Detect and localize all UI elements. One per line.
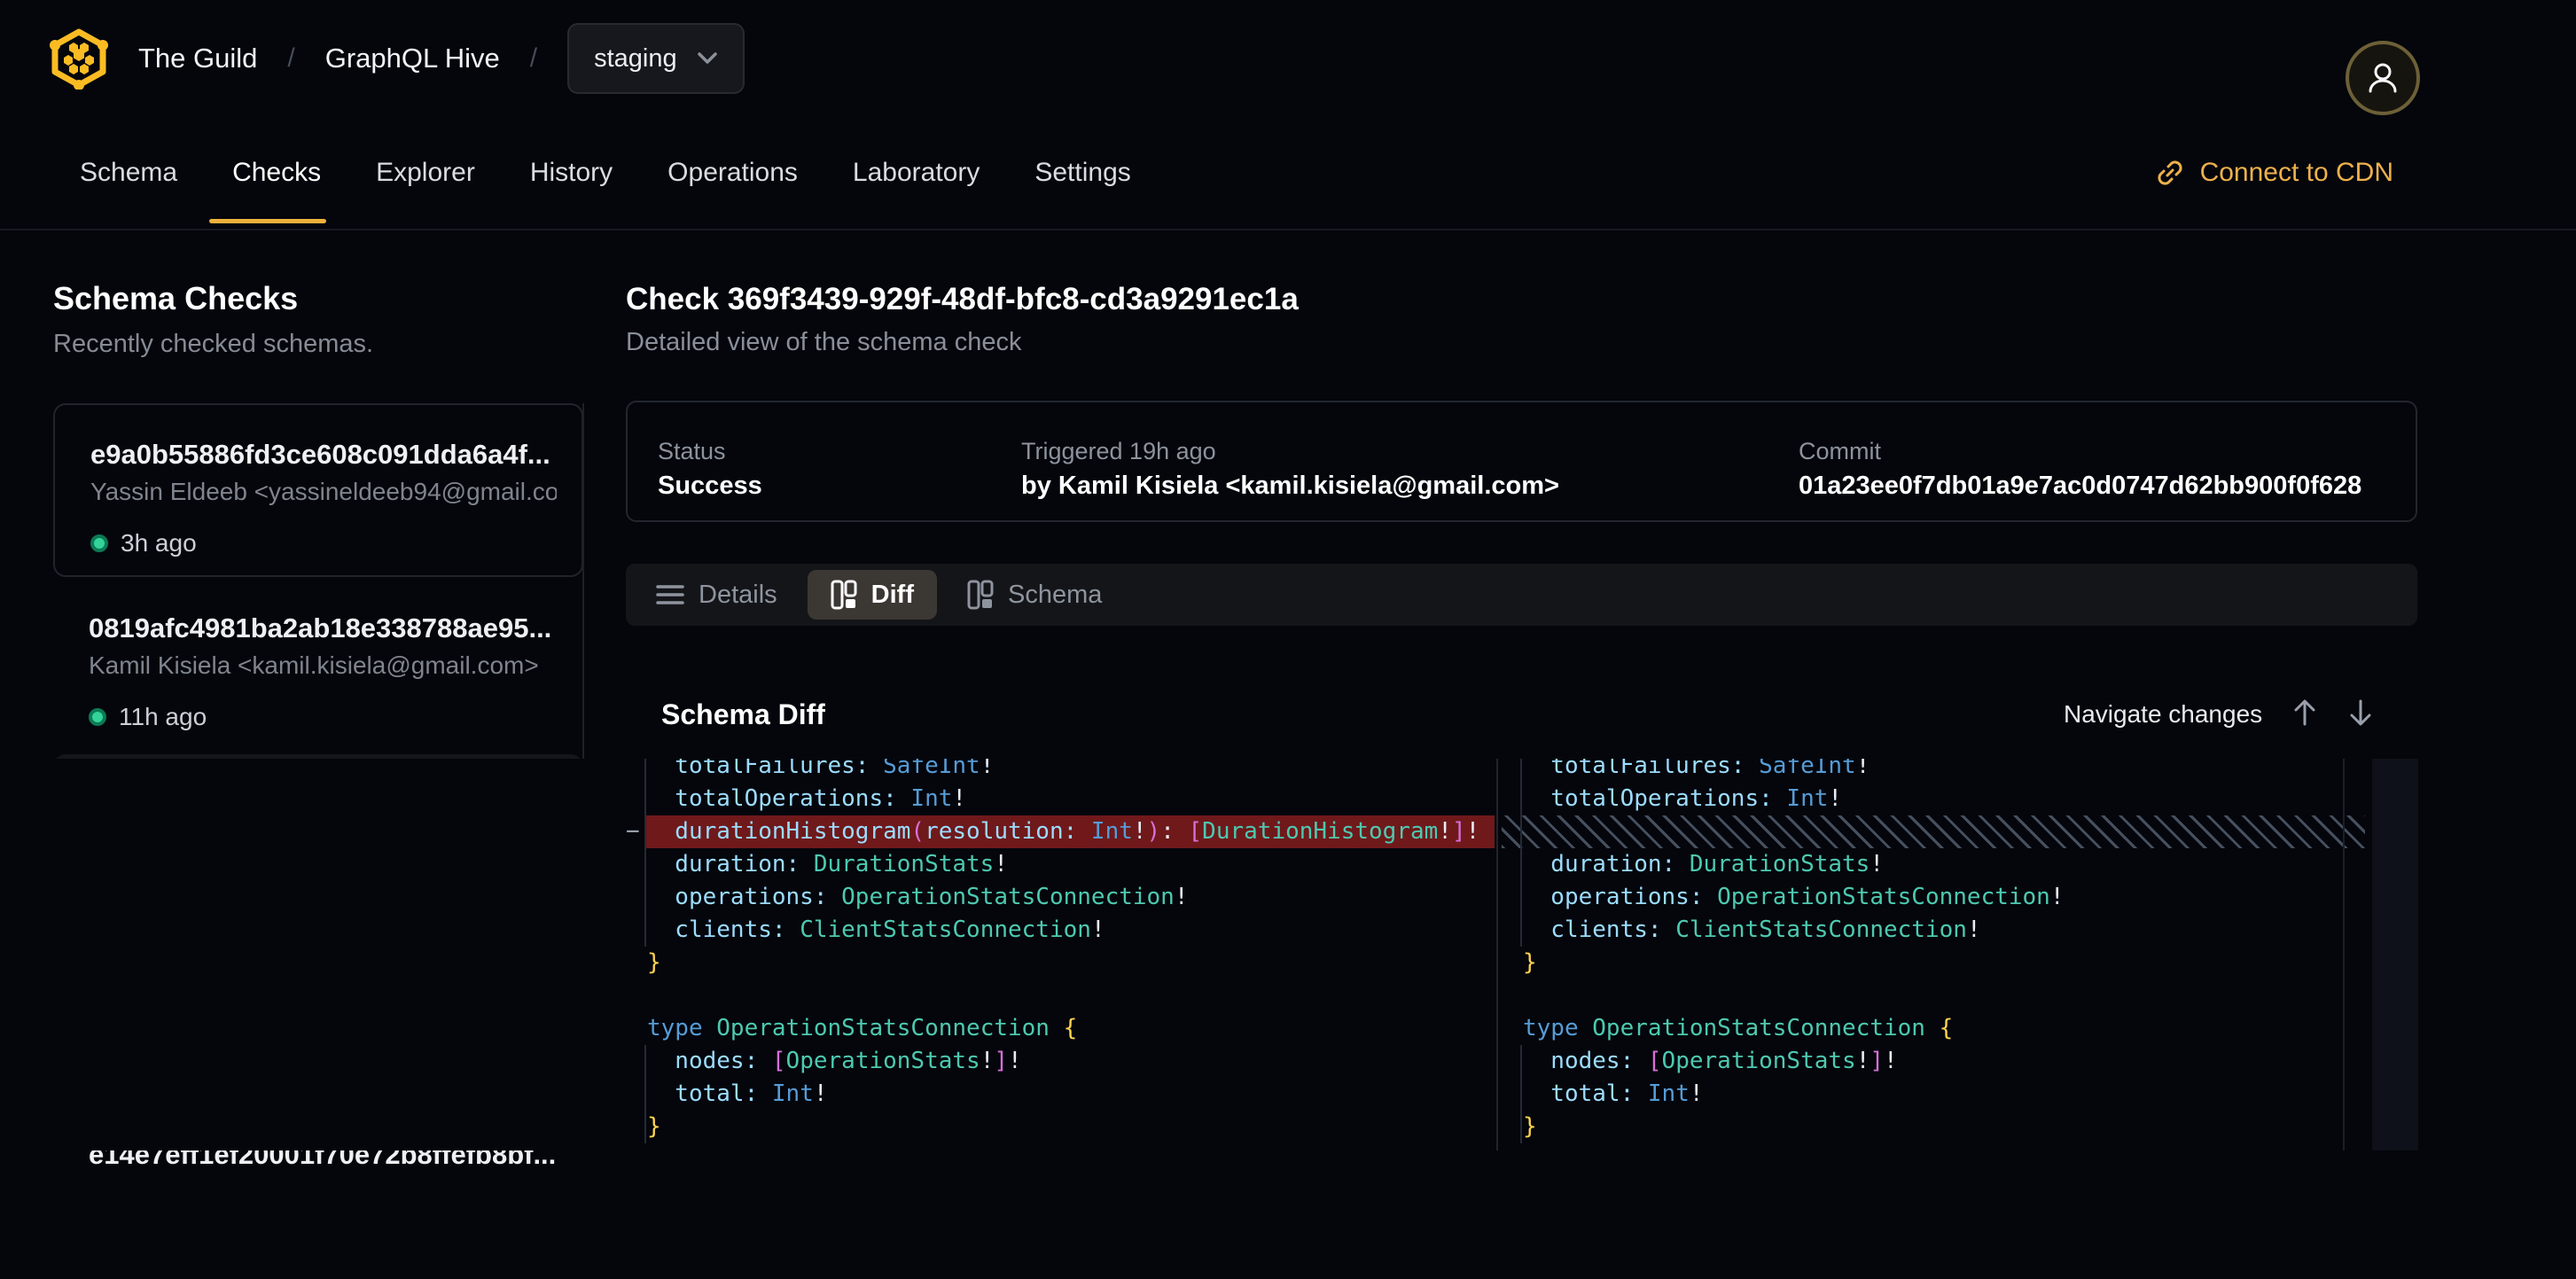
code-line [626,979,1495,1012]
user-icon [2362,58,2403,98]
target-selector[interactable]: staging [567,23,745,94]
code-line: total: Int! [1502,1078,2365,1111]
split-columns-icon [967,580,994,610]
sidebar-subtitle: Recently checked schemas. [53,330,373,359]
code-line: nodes: [OperationStats!]! [1502,1045,2365,1078]
breadcrumb: The Guild / GraphQL Hive / staging [50,0,745,117]
diff-pane-after: totalFailures: SafeInt! totalOperations:… [1502,759,2365,1143]
indent-guide [1520,759,1522,947]
code-line: duration: DurationStats! [1502,848,2365,881]
overview-ruler-border [2343,759,2345,1150]
org-breadcrumb[interactable]: The Guild [138,43,257,74]
triggered-value: by Kamil Kisiela <kamil.kisiela@gmail.co… [1021,472,1559,501]
diff-scrollbar[interactable] [2372,759,2418,1150]
tab-schema[interactable]: Schema [944,570,1125,620]
sidebar-title: Schema Checks [53,280,298,317]
diff-pane-divider [1496,759,1498,1150]
code-line-removed: − durationHistogram(resolution: Int!): [… [626,815,1495,848]
code-line-placeholder [1502,815,2365,848]
code-line: total: Int! [626,1078,1495,1111]
user-avatar[interactable] [2346,41,2420,115]
navigate-changes-label: Navigate changes [2064,700,2262,729]
check-time: 3h ago [121,529,197,558]
link-icon [2154,157,2186,189]
commit-label: Commit [1799,438,1881,465]
tab-diff-label: Diff [871,581,914,610]
view-tabs: Details Diff Schema [626,564,2417,626]
check-time: 11h ago [119,703,207,731]
connect-to-cdn-link[interactable]: Connect to CDN [2154,115,2393,230]
code-line: duration: DurationStats! [626,848,1495,881]
indent-guide [644,759,646,947]
code-line: totalOperations: Int! [1502,783,2365,815]
page-subtitle: Detailed view of the schema check [626,328,1022,357]
breadcrumb-separator: / [287,43,294,74]
project-breadcrumb[interactable]: GraphQL Hive [325,43,500,74]
chevron-down-icon [697,51,718,66]
code-line: totalFailures: SafeInt! [626,759,1495,783]
split-columns-icon [831,580,857,610]
navigate-previous-button[interactable] [2287,695,2322,730]
green-dot-icon [90,534,108,552]
nav-tab-laboratory[interactable]: Laboratory [853,115,980,230]
tab-details[interactable]: Details [633,570,800,620]
page-title: Check 369f3439-929f-48df-bfc8-cd3a9291ec… [626,282,1299,317]
check-hash: e9a0b55886fd3ce608c091dda6a4f... [90,439,557,471]
check-list-item[interactable]: e9a0b55886fd3ce608c091dda6a4f... Yassin … [53,403,583,577]
diff-pane-before: totalFailures: SafeInt! totalOperations:… [626,759,1495,1143]
nav-tab-explorer[interactable]: Explorer [376,115,475,230]
code-line: totalOperations: Int! [626,783,1495,815]
code-line: type OperationStatsConnection { [626,1012,1495,1045]
code-line: operations: OperationStatsConnection! [1502,881,2365,914]
arrow-up-icon [2291,698,2318,728]
green-dot-icon [89,708,106,726]
code-line: } [626,947,1495,979]
tab-schema-label: Schema [1008,581,1102,610]
check-author: Yassin Eldeeb <yassineldeeb94@gmail.co..… [90,478,557,506]
code-line [1502,979,2365,1012]
indent-guide [644,1045,646,1143]
tab-details-label: Details [699,581,777,610]
triggered-label: Triggered 19h ago [1021,438,1216,465]
commit-value: 01a23ee0f7db01a9e7ac0d0747d62bb900f0f628 [1799,472,2361,501]
code-line: operations: OperationStatsConnection! [626,881,1495,914]
app-header: The Guild / GraphQL Hive / staging Schem… [0,0,2576,230]
check-list-item[interactable]: 0819afc4981ba2ab18e338788ae95... Kamil K… [53,579,583,753]
code-line: clients: ClientStatsConnection! [626,914,1495,947]
target-selector-value: staging [594,44,677,74]
code-line: nodes: [OperationStats!]! [626,1045,1495,1078]
nav-tab-settings[interactable]: Settings [1034,115,1130,230]
check-status-card: Status Success Triggered 19h ago by Kami… [626,401,2417,522]
code-line: } [1502,1111,2365,1143]
code-line: clients: ClientStatsConnection! [1502,914,2365,947]
schema-diff-editor: totalFailures: SafeInt! totalOperations:… [0,759,2576,1150]
nav-tab-schema[interactable]: Schema [80,115,177,230]
list-icon [656,582,684,607]
hive-logo-icon[interactable] [50,27,108,90]
arrow-down-icon [2347,698,2374,728]
status-label: Status [658,438,726,465]
nav-tab-history[interactable]: History [530,115,613,230]
breadcrumb-separator: / [530,43,537,74]
check-author: Kamil Kisiela <kamil.kisiela@gmail.com> [89,651,558,680]
removed-line-gutter-icon: − [626,815,645,848]
code-line: } [626,1111,1495,1143]
indent-guide [1520,1045,1522,1143]
check-hash: 0819afc4981ba2ab18e338788ae95... [89,612,558,644]
status-value: Success [658,472,762,501]
navigate-next-button[interactable] [2343,695,2378,730]
tab-diff[interactable]: Diff [808,570,937,620]
nav-tab-operations[interactable]: Operations [667,115,798,230]
code-line: type OperationStatsConnection { [1502,1012,2365,1045]
code-line: } [1502,947,2365,979]
code-line: totalFailures: SafeInt! [1502,759,2365,783]
nav-tab-checks[interactable]: Checks [232,115,321,230]
schema-diff-heading: Schema Diff [661,698,825,731]
connect-to-cdn-label: Connect to CDN [2200,158,2393,188]
primary-nav: Schema Checks Explorer History Operation… [80,115,1131,230]
